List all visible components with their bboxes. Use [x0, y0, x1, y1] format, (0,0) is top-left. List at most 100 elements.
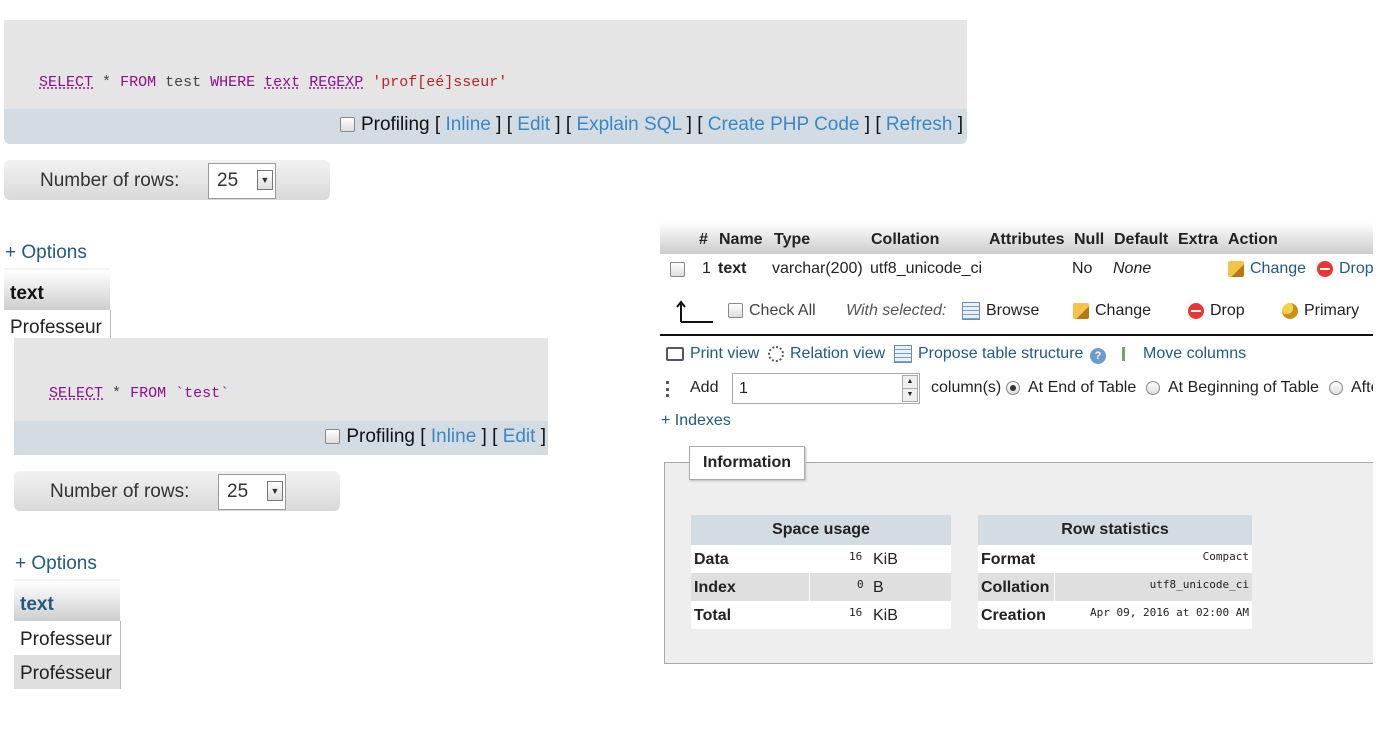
structure-links: Print view Relation view Propose table s… — [660, 344, 1373, 368]
header-extra[interactable]: Extra — [1178, 231, 1218, 249]
check-all-checkbox[interactable] — [728, 303, 743, 319]
space-row: Total 16 KiB — [691, 601, 951, 629]
header-type[interactable]: Type — [774, 231, 810, 249]
move-columns-link[interactable]: Move columns — [1122, 345, 1246, 363]
cell-value: Professeur — [20, 629, 112, 650]
row-drop-link[interactable]: Drop — [1317, 260, 1373, 278]
space-usage-title: Space usage — [691, 515, 951, 545]
at-beginning-of-table-radio[interactable]: At Beginning of Table — [1146, 379, 1319, 397]
profiling-checkbox[interactable] — [339, 117, 355, 133]
number-of-rows-select[interactable]: 25 ▼ — [218, 474, 286, 510]
sql-keyword[interactable]: SELECT — [39, 74, 93, 91]
sql-toolbar-2: Profiling [ Inline ] [ Edit ] — [14, 421, 548, 455]
add-column-count-input[interactable]: 1 ▲ ▼ — [732, 373, 920, 404]
cell-divider — [1054, 573, 1055, 601]
rowstat-value: Apr 09, 2016 at 02:00 AM — [1090, 606, 1249, 619]
space-value: 16 — [849, 550, 863, 563]
header-num: # — [699, 231, 708, 248]
arrow-up-left-icon — [676, 300, 713, 323]
pencil-icon — [1228, 260, 1244, 277]
radio-checked[interactable] — [1006, 380, 1020, 395]
propose-table-structure-link[interactable]: Propose table structure — [894, 345, 1083, 363]
radio-label: At End of Table — [1028, 379, 1137, 396]
relation-view-label: Relation view — [790, 345, 886, 362]
move-columns-label: Move columns — [1143, 345, 1247, 362]
sql-query-text-2: SELECT * FROM `test` — [49, 368, 229, 402]
bulk-drop-button[interactable]: Drop — [1188, 302, 1245, 320]
sql-keyword[interactable]: SELECT — [49, 385, 103, 402]
result-column-header[interactable]: text — [4, 268, 110, 312]
number-of-rows-bar-2: Number of rows: 25 ▼ — [14, 471, 340, 511]
bulk-change-button[interactable]: Change — [1073, 302, 1151, 320]
bulk-primary-button[interactable]: Primary — [1282, 302, 1359, 320]
help-icon[interactable]: ? — [1090, 348, 1106, 364]
change-label: Change — [1250, 260, 1307, 277]
header-cell-checkbox — [660, 222, 694, 254]
inline-link[interactable]: Inline — [431, 426, 476, 447]
edit-link[interactable]: Edit — [503, 426, 536, 447]
row-default: None — [1113, 260, 1152, 277]
cell-divider — [809, 573, 810, 601]
rowstat-label: Format — [981, 551, 1036, 568]
space-unit: B — [873, 579, 884, 596]
create-php-code-link[interactable]: Create PHP Code — [708, 114, 860, 135]
after-column-radio[interactable]: Afte — [1329, 379, 1373, 397]
result-column-header[interactable]: text — [14, 579, 120, 623]
edit-link[interactable]: Edit — [517, 114, 550, 135]
radio-label: At Beginning of Table — [1168, 379, 1319, 396]
number-of-rows-label: Number of rows: — [50, 481, 190, 502]
header-action: Action — [1228, 231, 1278, 248]
row-checkbox[interactable] — [670, 262, 685, 277]
radio-unchecked[interactable] — [1329, 380, 1343, 395]
rowstat-label: Creation — [981, 607, 1046, 624]
spinner-up-icon[interactable]: ▲ — [902, 375, 918, 389]
sql-toolbar-1: Profiling [ Inline ] [ Edit ] [ Explain … — [4, 109, 967, 144]
rowstat-value: Compact — [1202, 550, 1249, 563]
space-unit: KiB — [873, 607, 898, 624]
radio-unchecked[interactable] — [1146, 380, 1160, 395]
check-all-control[interactable]: Check All — [728, 302, 816, 320]
structure-header-row: # Name Type Collation Attributes Null De… — [660, 222, 1373, 254]
options-toggle-1[interactable]: + Options — [5, 242, 87, 264]
header-null[interactable]: Null — [1074, 231, 1104, 249]
header-attributes[interactable]: Attributes — [989, 231, 1065, 249]
print-view-link[interactable]: Print view — [666, 345, 759, 363]
row-statistics-title: Row statistics — [978, 515, 1252, 545]
sql-field[interactable]: text — [264, 74, 300, 91]
explain-sql-link[interactable]: Explain SQL — [576, 114, 681, 135]
relation-view-link[interactable]: Relation view — [768, 345, 885, 363]
drop-label: Drop — [1210, 302, 1245, 319]
row-null: No — [1072, 260, 1093, 277]
header-default[interactable]: Default — [1114, 231, 1168, 249]
bulk-browse-button[interactable]: Browse — [962, 302, 1039, 320]
drop-label: Drop — [1339, 260, 1373, 277]
options-toggle-2[interactable]: + Options — [15, 553, 97, 575]
at-end-of-table-radio[interactable]: At End of Table — [1006, 379, 1136, 397]
sql-keyword[interactable]: REGEXP — [309, 74, 363, 91]
information-fieldset: Information Space usage Data 16 KiB Inde… — [664, 446, 1373, 664]
cell-value: Profésseur — [20, 663, 112, 684]
structure-panel: # Name Type Collation Attributes Null De… — [660, 222, 1373, 682]
indexes-toggle[interactable]: + Indexes — [661, 412, 731, 430]
result-row: Professeur — [14, 621, 121, 655]
inline-link[interactable]: Inline — [445, 114, 490, 135]
refresh-link[interactable]: Refresh — [886, 114, 953, 135]
spinner-down-icon[interactable]: ▼ — [902, 388, 918, 402]
chevron-down-icon[interactable]: ▼ — [257, 170, 273, 190]
pencil-icon — [1073, 302, 1089, 319]
column-name: text — [10, 283, 44, 304]
sql-query-text-1: SELECT * FROM test WHERE text REGEXP 'pr… — [39, 57, 507, 91]
row-statistics-table: Row statistics Format Compact Collation … — [978, 515, 1252, 629]
header-collation[interactable]: Collation — [871, 231, 939, 249]
number-of-rows-select[interactable]: 25 ▼ — [208, 163, 276, 199]
rowstat-value: utf8_unicode_ci — [1149, 578, 1249, 591]
sql-keyword: FROM — [130, 385, 167, 402]
row-change-link[interactable]: Change — [1228, 260, 1306, 278]
chevron-down-icon[interactable]: ▼ — [267, 481, 283, 501]
column-name: text — [20, 594, 54, 615]
printer-icon — [666, 346, 684, 361]
row-type: varchar(200) — [772, 260, 863, 277]
profiling-checkbox[interactable] — [325, 429, 341, 445]
move-columns-icon — [1122, 346, 1137, 361]
header-name[interactable]: Name — [719, 231, 763, 249]
